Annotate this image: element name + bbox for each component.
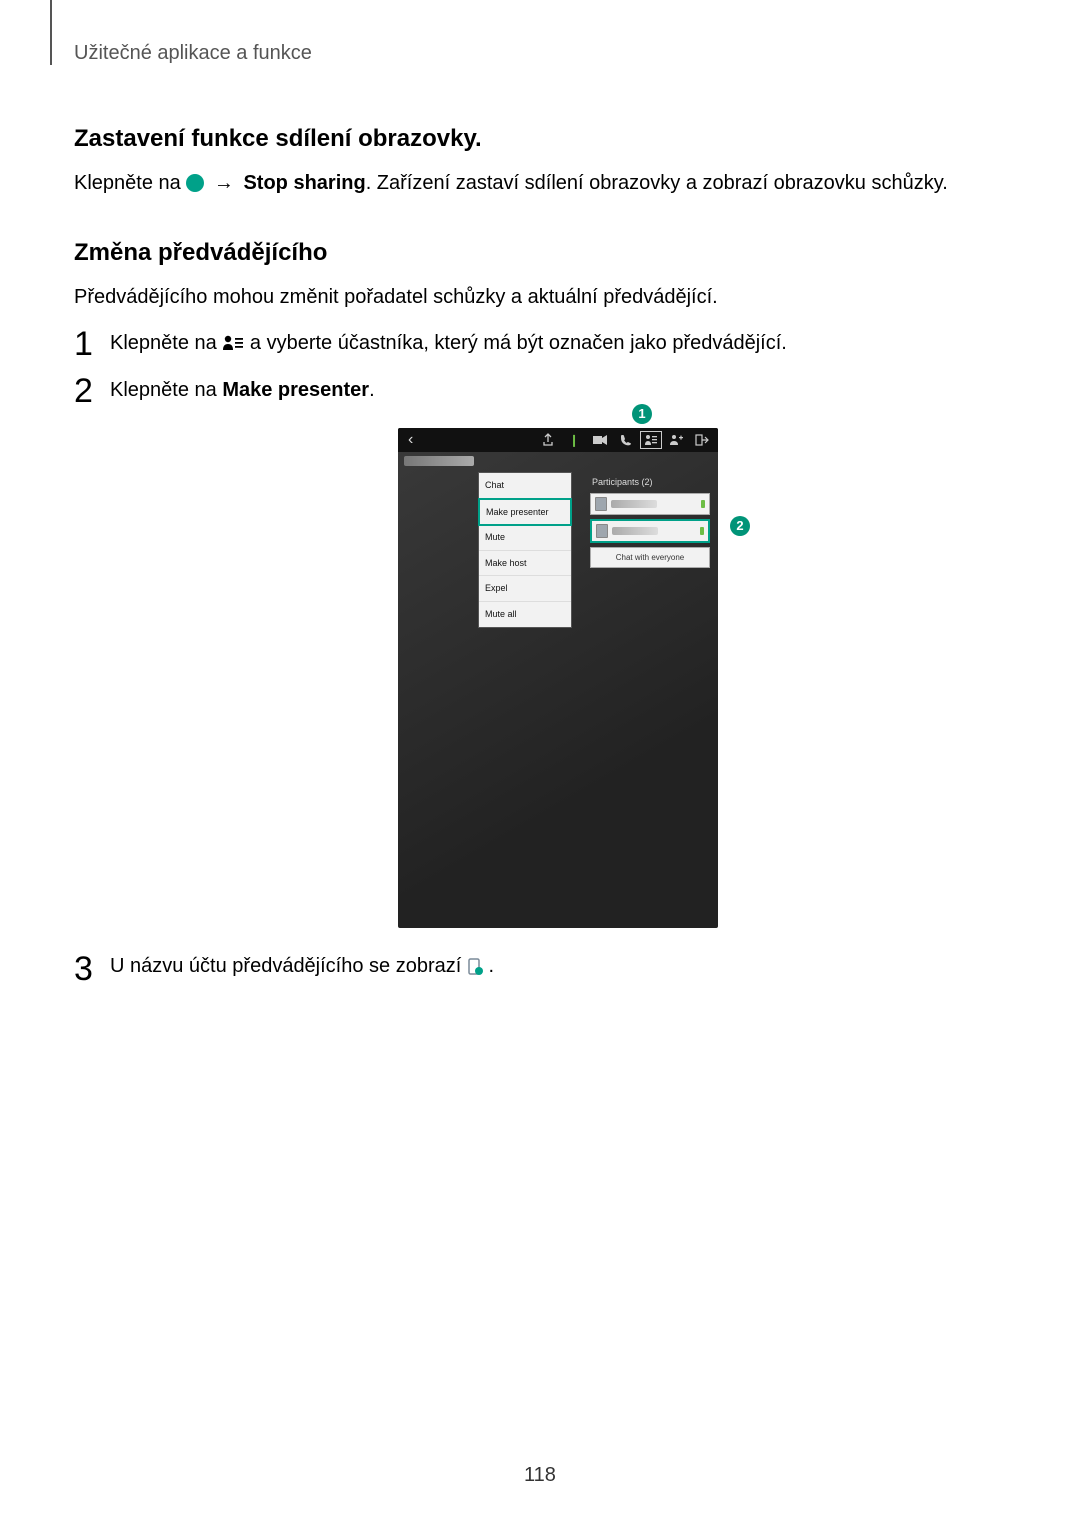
chat-everyone-button[interactable]: Chat with everyone: [590, 547, 710, 568]
exit-icon[interactable]: [690, 431, 714, 449]
menu-make-host[interactable]: Make host: [479, 551, 571, 577]
menu-chat[interactable]: Chat: [479, 473, 571, 499]
share-icon[interactable]: [536, 431, 560, 449]
text: .: [369, 379, 375, 401]
participants-panel: Participants (2): [590, 472, 710, 568]
shot-area: 1 2 3 ‹ ❙: [368, 428, 748, 928]
marker-1: 1: [632, 404, 652, 424]
participant-name-blur: [612, 527, 658, 535]
meeting-name-blur: [404, 456, 474, 466]
participants-header: Participants (2): [590, 472, 710, 493]
text: a vyberte účastníka, který má být označe…: [250, 332, 787, 354]
text: U názvu účtu předvádějícího se zobrazí: [110, 955, 467, 977]
marker-2: 2: [730, 516, 750, 536]
add-user-icon[interactable]: [664, 431, 688, 449]
text: . Zařízení zastaví sdílení obrazovky a z…: [366, 172, 948, 194]
back-icon[interactable]: ‹: [402, 429, 419, 451]
section2-heading: Změna předvádějícího: [74, 239, 1006, 267]
participants-icon: [222, 332, 244, 360]
screenshot-wrap: 1 2 3 ‹ ❙: [110, 428, 1006, 928]
arrow: →: [214, 169, 234, 197]
participant-row[interactable]: [590, 493, 710, 515]
step-list: Klepněte na a vyberte účastníka, který m…: [74, 329, 1006, 984]
menu-expel[interactable]: Expel: [479, 576, 571, 602]
share-circle-icon: [186, 174, 204, 192]
menu-mute[interactable]: Mute: [479, 525, 571, 551]
text: .: [488, 955, 494, 977]
presenter-device-icon: [467, 956, 483, 984]
participants-icon-button[interactable]: [640, 431, 662, 449]
text: Klepněte na: [74, 172, 186, 194]
phone-topbar: ‹ ❙: [398, 428, 718, 452]
step-2: Klepněte na Make presenter. 1 2 3 ‹: [74, 376, 1006, 928]
device-icon: [595, 497, 607, 511]
phone-icon[interactable]: [614, 431, 638, 449]
participant-name-blur: [611, 500, 657, 508]
section2-intro: Předvádějícího mohou změnit pořadatel sc…: [74, 283, 1006, 311]
step-1: Klepněte na a vyberte účastníka, který m…: [74, 329, 1006, 360]
page-number: 118: [0, 1464, 1080, 1487]
mic-status-icon: [700, 527, 704, 535]
text: Klepněte na: [110, 379, 222, 401]
participant-row-selected[interactable]: [590, 519, 710, 543]
menu-make-presenter[interactable]: Make presenter: [478, 498, 572, 527]
text: Klepněte na: [110, 332, 222, 354]
bold-make-presenter: Make presenter: [222, 379, 369, 401]
mic-icon[interactable]: ❙: [562, 431, 586, 449]
context-menu: Chat Make presenter Mute Make host Expel…: [478, 472, 572, 628]
menu-mute-all[interactable]: Mute all: [479, 602, 571, 627]
running-head: Užitečné aplikace a funkce: [74, 42, 1006, 65]
phone-screenshot: ‹ ❙: [398, 428, 718, 928]
section1-heading: Zastavení funkce sdílení obrazovky.: [74, 125, 1006, 153]
device-icon: [596, 524, 608, 538]
section1-paragraph: Klepněte na → Stop sharing. Zařízení zas…: [74, 169, 1006, 197]
bold-stop-sharing: Stop sharing: [243, 172, 365, 194]
step-3: U názvu účtu předvádějícího se zobrazí .: [74, 952, 1006, 984]
side-rule: [50, 0, 52, 65]
mic-status-icon: [701, 500, 705, 508]
video-icon[interactable]: [588, 431, 612, 449]
